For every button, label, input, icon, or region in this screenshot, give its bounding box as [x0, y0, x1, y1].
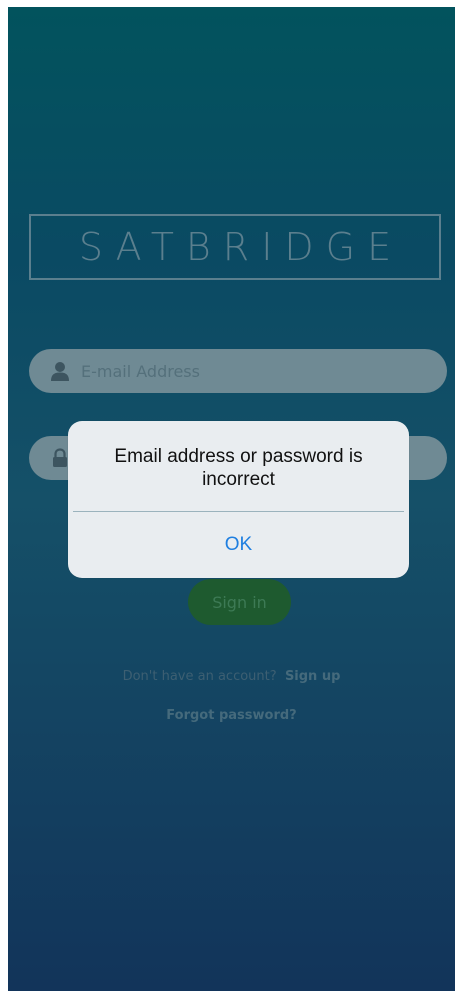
email-placeholder: E-mail Address	[81, 361, 200, 381]
alert-message: Email address or password is incorrect	[114, 446, 363, 490]
sign-in-button[interactable]: Sign in	[188, 579, 291, 625]
email-field[interactable]: E-mail Address	[29, 349, 447, 393]
ok-button[interactable]: OK	[68, 512, 409, 578]
sign-up-link[interactable]: Sign up	[285, 669, 340, 684]
logo-text: SATBRIDGE	[78, 225, 404, 269]
logo: SATBRIDGE	[29, 214, 441, 280]
signup-prompt: Don't have an account?	[122, 669, 277, 684]
login-screen: SATBRIDGE E-mail Address Sign in Don't h…	[8, 7, 455, 991]
signup-line: Don't have an account? Sign up	[8, 669, 455, 684]
person-icon	[49, 360, 71, 382]
forgot-password-link[interactable]: Forgot password?	[8, 708, 455, 723]
error-alert-dialog: Email address or password is incorrect O…	[68, 421, 409, 578]
